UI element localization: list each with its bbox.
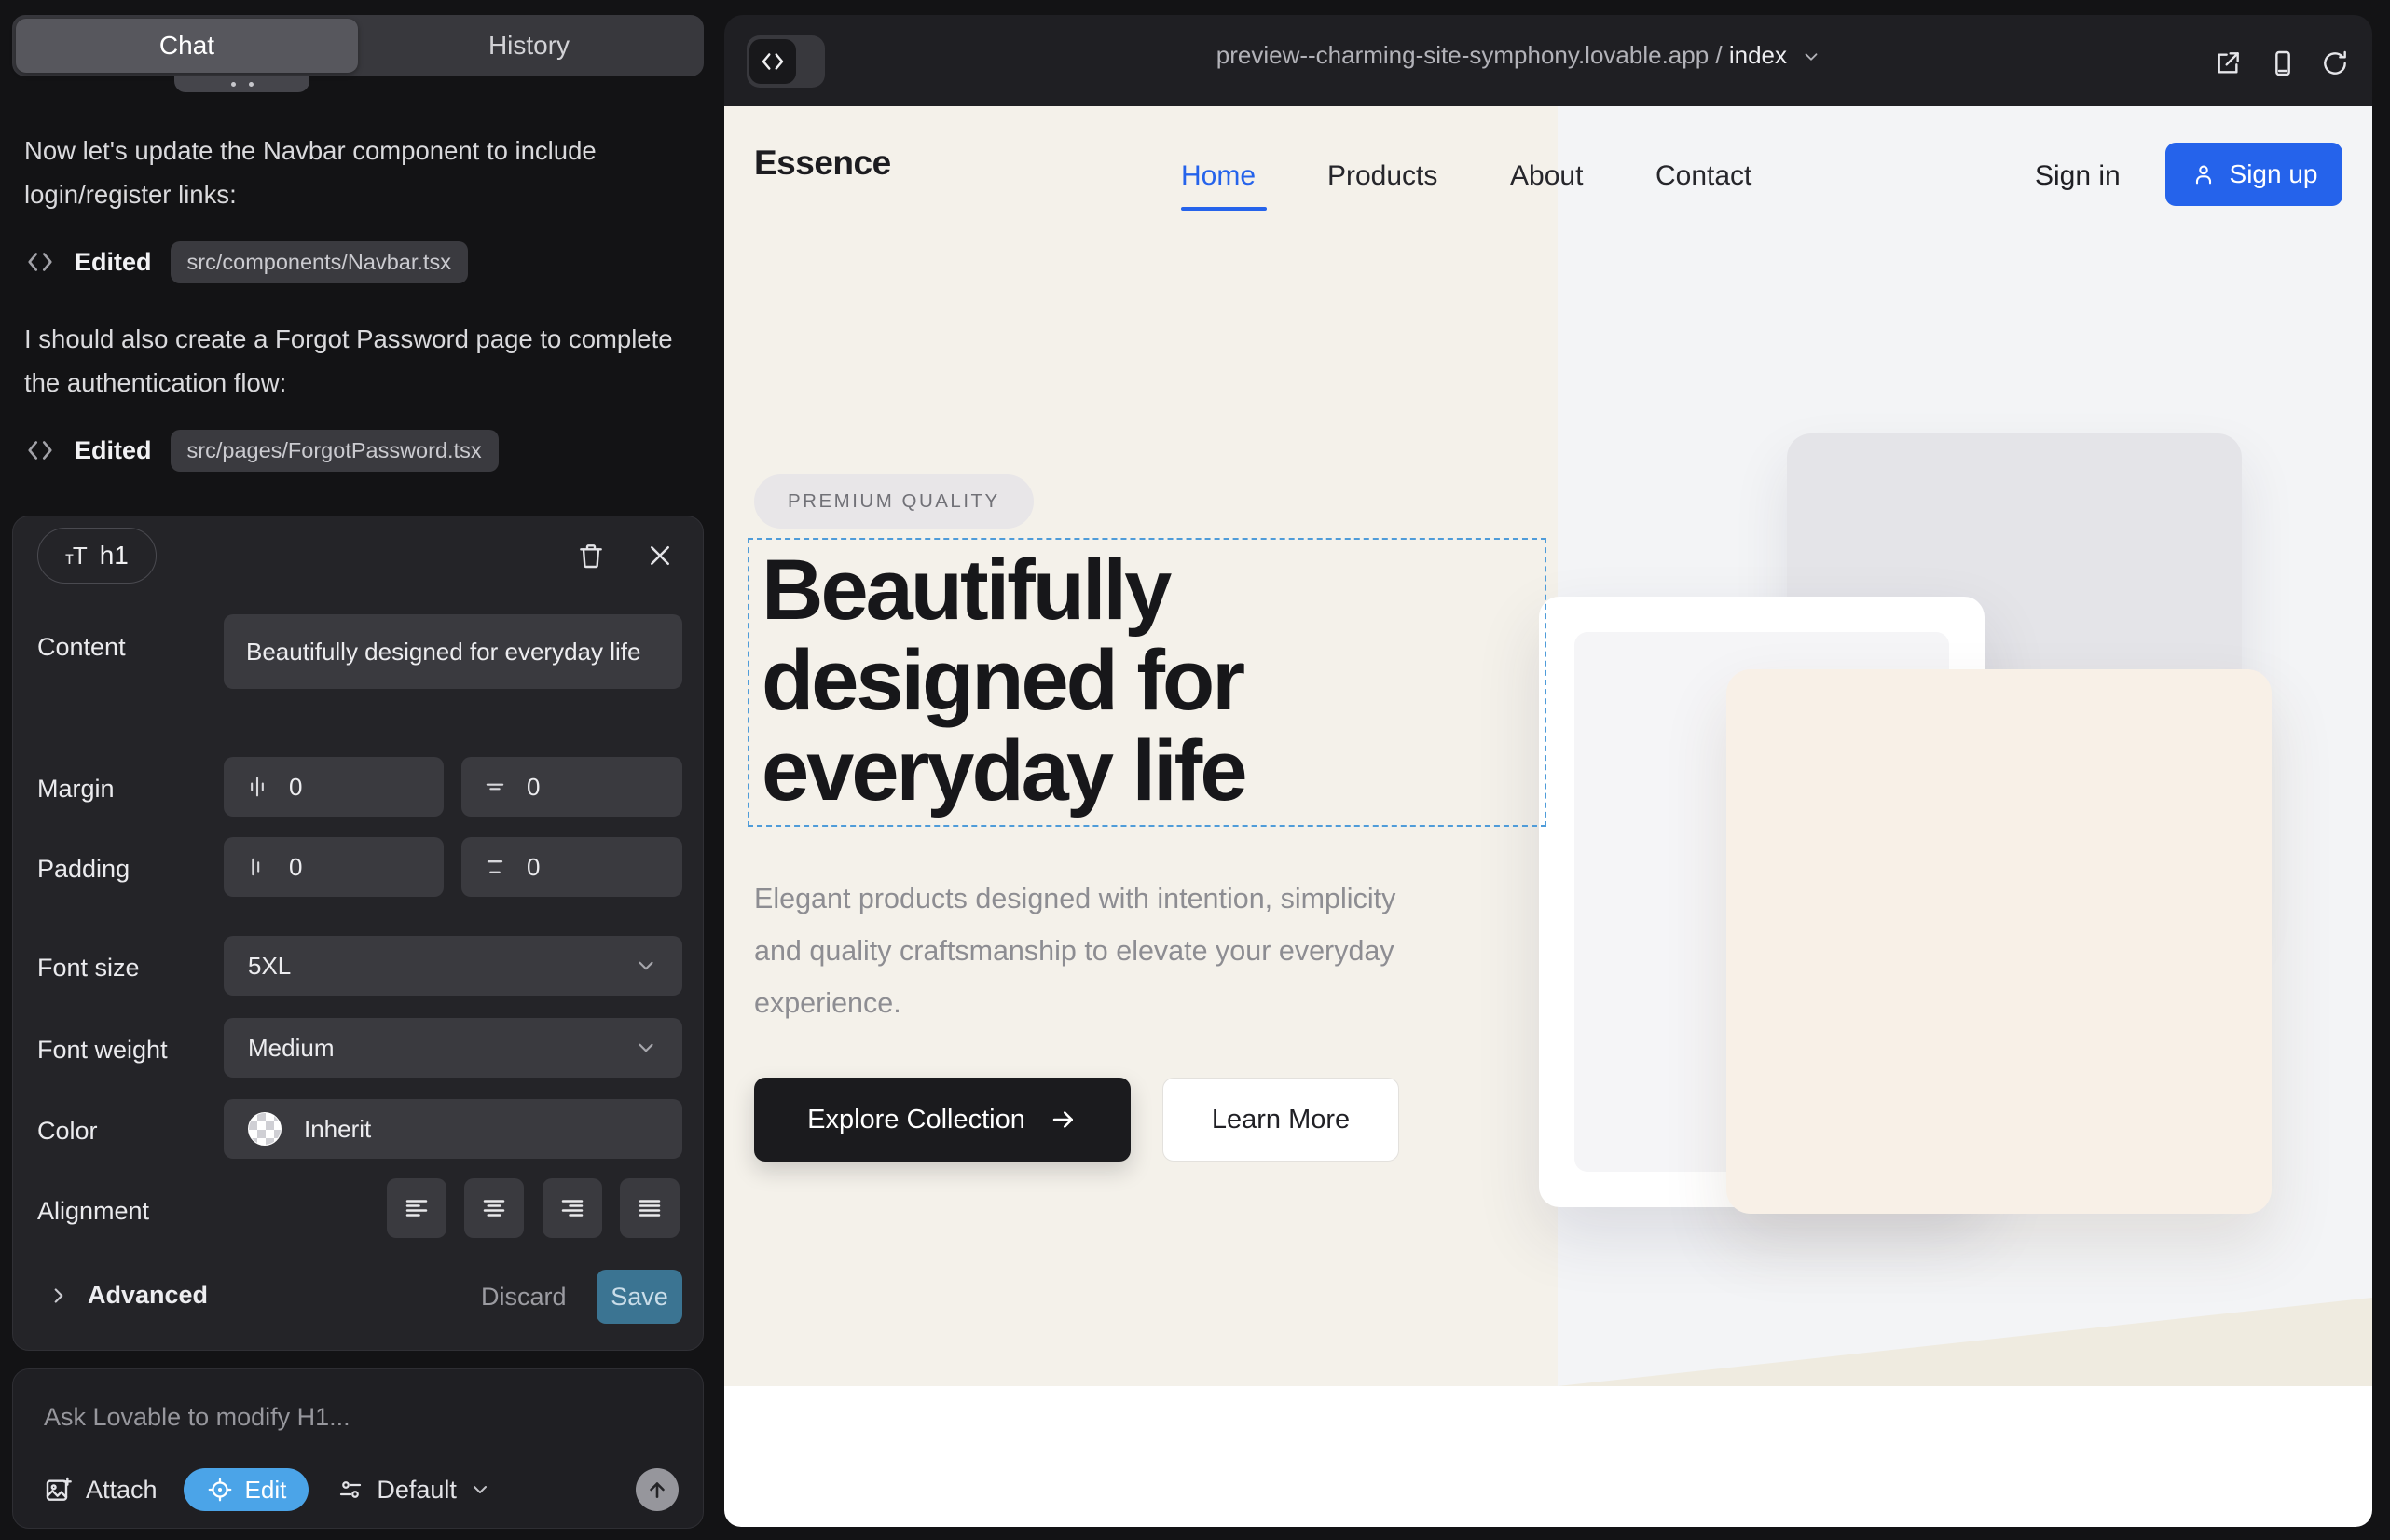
align-justify-icon (636, 1194, 664, 1222)
decor-card-beige (1726, 669, 2272, 1214)
chevron-down-icon (1801, 47, 1821, 67)
padding-x-input[interactable]: 0 (224, 837, 444, 897)
h1-selection-outline[interactable]: Beautifully designed for everyday life (748, 538, 1546, 827)
external-link-icon (2213, 48, 2243, 78)
color-select[interactable]: Inherit (224, 1099, 682, 1159)
margin-y-input[interactable]: 0 (461, 757, 682, 817)
edit-mode-button[interactable]: Edit (184, 1468, 309, 1511)
font-size-label: Font size (37, 954, 140, 983)
chat-composer: Ask Lovable to modify H1... Attach Edit … (12, 1368, 704, 1529)
align-center-button[interactable] (464, 1178, 524, 1238)
chevron-down-icon (634, 954, 658, 978)
close-icon (646, 542, 674, 570)
url-bar[interactable]: preview--charming-site-symphony.lovable.… (724, 41, 2314, 70)
padding-y-input[interactable]: 0 (461, 837, 682, 897)
refresh-button[interactable] (2320, 48, 2350, 78)
refresh-icon (2320, 48, 2350, 78)
chevron-down-icon (469, 1478, 491, 1501)
arrow-right-icon (1050, 1106, 1078, 1134)
margin-x-input[interactable]: 0 (224, 757, 444, 817)
alignment-label: Alignment (37, 1197, 149, 1226)
lovable-workspace: Chat History Now let's update the Navbar… (0, 0, 2390, 1540)
url-domain: preview--charming-site-symphony.lovable.… (1216, 41, 1709, 69)
attach-image-icon (44, 1475, 74, 1505)
sliders-icon (337, 1476, 364, 1504)
content-input[interactable]: Beautifully designed for everyday life (224, 614, 682, 689)
edited-label: Edited (75, 248, 152, 277)
edited-file-row: Edited src/pages/ForgotPassword.tsx (24, 429, 499, 472)
color-label: Color (37, 1117, 98, 1146)
explore-collection-button[interactable]: Explore Collection (754, 1078, 1131, 1162)
element-tag: h1 (100, 541, 129, 571)
tab-history[interactable]: History (358, 19, 700, 73)
file-chip[interactable]: src/pages/ForgotPassword.tsx (171, 430, 499, 472)
padding-vertical-icon (482, 854, 508, 880)
margin-vertical-icon (482, 774, 508, 800)
align-left-button[interactable] (387, 1178, 446, 1238)
mobile-device-icon (2268, 48, 2298, 78)
code-icon (24, 434, 56, 466)
site-logo[interactable]: Essence (754, 144, 891, 183)
hero-paragraph: Elegant products designed with intention… (754, 873, 1397, 1029)
nav-link-home[interactable]: Home (1181, 160, 1256, 192)
composer-toolbar: Attach Edit Default (44, 1468, 679, 1511)
align-center-icon (480, 1194, 508, 1222)
margin-label: Margin (37, 775, 115, 804)
chat-message: I should also create a Forgot Password p… (24, 317, 677, 405)
save-button[interactable]: Save (597, 1270, 682, 1324)
trash-icon (576, 541, 606, 571)
element-editor-panel: тT h1 Content Beautifully designed for e… (12, 516, 704, 1351)
open-external-button[interactable] (2213, 48, 2243, 78)
target-icon (206, 1476, 234, 1504)
font-size-select[interactable]: 5XL (224, 936, 682, 996)
delete-element-button[interactable] (570, 535, 611, 576)
mobile-view-button[interactable] (2268, 48, 2298, 78)
url-page: index (1729, 41, 1787, 69)
learn-more-button[interactable]: Learn More (1162, 1078, 1399, 1162)
user-icon (2191, 161, 2217, 187)
hero-heading[interactable]: Beautifully designed for everyday life (762, 545, 1377, 817)
attach-button[interactable]: Attach (44, 1475, 158, 1505)
chevron-down-icon (634, 1036, 658, 1060)
active-nav-underline (1181, 207, 1267, 211)
color-swatch (248, 1112, 282, 1146)
composer-input[interactable]: Ask Lovable to modify H1... (44, 1403, 350, 1432)
font-weight-select[interactable]: Medium (224, 1018, 682, 1078)
align-justify-button[interactable] (620, 1178, 680, 1238)
send-button[interactable] (636, 1468, 679, 1511)
align-left-icon (403, 1194, 431, 1222)
padding-label: Padding (37, 855, 130, 884)
discard-button[interactable]: Discard (481, 1283, 567, 1312)
align-right-icon (558, 1194, 586, 1222)
margin-horizontal-icon (244, 774, 270, 800)
align-right-button[interactable] (543, 1178, 602, 1238)
nav-link-contact[interactable]: Contact (1655, 160, 1751, 192)
padding-horizontal-icon (244, 854, 270, 880)
arrow-up-icon (645, 1478, 669, 1502)
font-weight-label: Font weight (37, 1036, 168, 1065)
selected-element-pill[interactable]: тT h1 (37, 528, 157, 584)
sign-in-link[interactable]: Sign in (2035, 160, 2121, 192)
premium-quality-badge: PREMIUM QUALITY (754, 474, 1034, 529)
content-label: Content (37, 633, 126, 662)
scrolled-chip-stub (174, 76, 309, 92)
advanced-toggle[interactable]: Advanced (47, 1281, 208, 1310)
edited-file-row: Edited src/components/Navbar.tsx (24, 241, 468, 283)
chevron-right-icon (47, 1284, 71, 1308)
type-icon: тT (65, 542, 87, 571)
website-viewport: Essence Home Products About Contact Sign… (724, 106, 2372, 1527)
chat-history-tabbar: Chat History (12, 15, 704, 76)
edited-label: Edited (75, 436, 152, 465)
sign-up-button[interactable]: Sign up (2165, 143, 2342, 206)
close-editor-button[interactable] (639, 535, 680, 576)
file-chip[interactable]: src/components/Navbar.tsx (171, 241, 468, 283)
nav-link-products[interactable]: Products (1327, 160, 1437, 192)
code-icon (24, 246, 56, 278)
preview-browser-panel: preview--charming-site-symphony.lovable.… (724, 15, 2372, 1527)
nav-link-about[interactable]: About (1510, 160, 1583, 192)
default-mode-select[interactable]: Default (337, 1476, 491, 1505)
tab-chat[interactable]: Chat (16, 19, 358, 73)
chat-message: Now let's update the Navbar component to… (24, 129, 677, 216)
